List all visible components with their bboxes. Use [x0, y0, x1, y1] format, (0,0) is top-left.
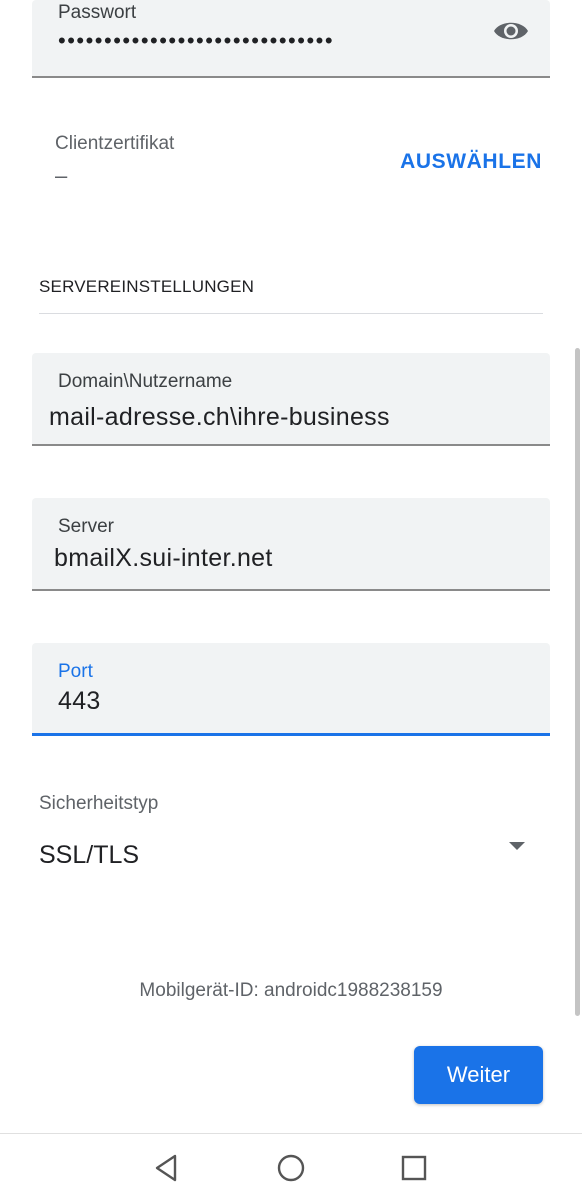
port-value[interactable]: 443: [58, 687, 101, 716]
domain-username-value[interactable]: mail-adresse.ch\ihre-business: [49, 403, 390, 432]
scrollbar[interactable]: [575, 348, 580, 1016]
security-type-label: Sicherheitstyp: [39, 793, 159, 814]
password-label: Passwort: [58, 2, 137, 23]
port-label: Port: [58, 661, 93, 682]
next-button[interactable]: Weiter: [414, 1046, 543, 1104]
system-navigation-bar: [0, 1133, 582, 1200]
next-button-label: Weiter: [446, 1062, 511, 1087]
domain-username-field[interactable]: Domain\Nutzername mail-adresse.ch\ihre-b…: [32, 353, 550, 446]
eye-icon[interactable]: [492, 16, 530, 46]
select-certificate-button[interactable]: AUSWÄHLEN: [400, 150, 542, 174]
client-certificate-value: –: [55, 163, 68, 188]
recents-square-icon[interactable]: [398, 1152, 430, 1184]
security-type-select[interactable]: SSL/TLS: [39, 841, 139, 870]
dropdown-arrow-icon[interactable]: [509, 842, 525, 850]
client-certificate-label: Clientzertifikat: [55, 133, 175, 154]
password-value[interactable]: ••••••••••••••••••••••••••••••: [58, 28, 334, 54]
server-field[interactable]: Server bmailX.sui-inter.net: [32, 498, 550, 591]
section-divider: [39, 313, 543, 314]
server-settings-screen: Passwort •••••••••••••••••••••••••••••• …: [0, 0, 582, 1200]
home-circle-icon[interactable]: [275, 1152, 307, 1184]
domain-username-label: Domain\Nutzername: [58, 371, 233, 392]
server-settings-header: SERVEREINSTELLUNGEN: [39, 277, 255, 296]
port-field[interactable]: Port 443: [32, 643, 550, 736]
device-id-text: Mobilgerät-ID: androidc1988238159: [139, 980, 443, 1001]
server-value[interactable]: bmailX.sui-inter.net: [54, 544, 273, 573]
password-field[interactable]: Passwort ••••••••••••••••••••••••••••••: [32, 0, 550, 78]
back-triangle-icon[interactable]: [151, 1152, 183, 1184]
server-label: Server: [58, 516, 114, 537]
